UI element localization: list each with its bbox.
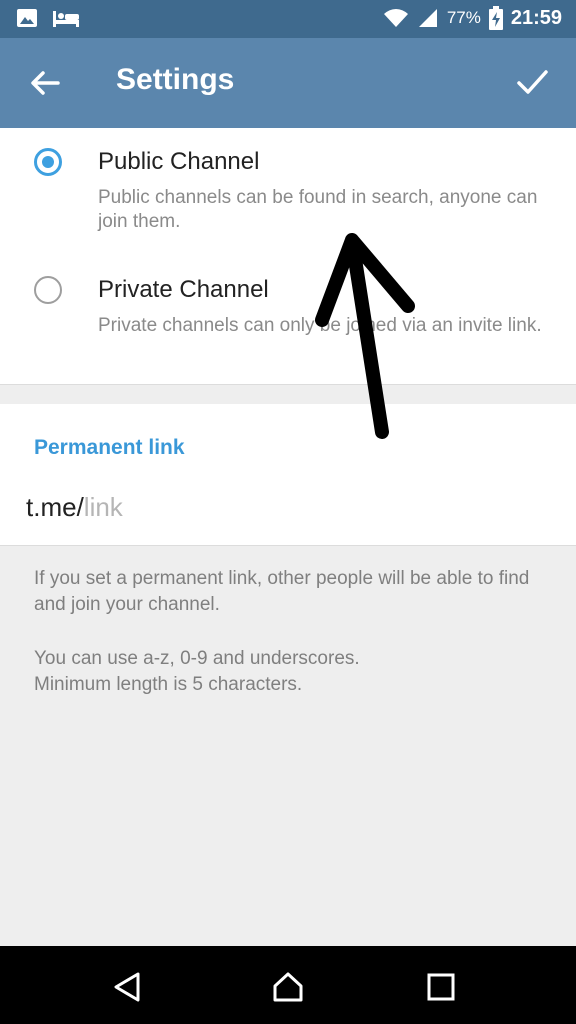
battery-charging-icon [488, 6, 503, 30]
info-paragraph-1: If you set a permanent link, other peopl… [34, 568, 530, 615]
wifi-icon [383, 9, 408, 27]
permanent-link-input[interactable] [83, 492, 384, 523]
page-title: Settings [116, 63, 235, 96]
bed-icon [53, 11, 79, 27]
public-channel-radio[interactable] [34, 148, 62, 176]
link-prefix: t.me/ [26, 492, 84, 522]
permanent-link-header: Permanent link [34, 436, 185, 459]
info-paragraph-2-line-2: Minimum length is 5 characters. [34, 674, 303, 695]
private-channel-title: Private Channel [98, 276, 269, 303]
permanent-link-section: Permanent link t.me/ [0, 404, 576, 546]
channel-type-section: Public Channel Public channels can be fo… [0, 128, 576, 384]
arrow-left-icon[interactable] [28, 66, 62, 100]
section-divider [0, 384, 576, 404]
check-icon[interactable] [514, 64, 550, 100]
system-nav-bar [0, 946, 576, 1024]
signal-icon [418, 9, 437, 27]
battery-percent: 77% [446, 8, 481, 27]
app-bar: Settings [0, 38, 576, 128]
clock: 21:59 [510, 6, 562, 29]
image-icon [17, 9, 37, 27]
back-triangle-icon[interactable] [110, 970, 144, 1004]
info-paragraph-2-line-1: You can use a-z, 0-9 and underscores. [34, 648, 360, 669]
home-icon[interactable] [271, 970, 305, 1004]
recents-icon[interactable] [424, 970, 458, 1004]
private-channel-option[interactable]: Private Channel Private channels can onl… [0, 256, 576, 384]
private-channel-radio[interactable] [34, 276, 62, 304]
private-channel-description: Private channels can only be joined via … [98, 315, 542, 336]
public-channel-option[interactable]: Public Channel Public channels can be fo… [0, 128, 576, 256]
permanent-link-row: t.me/ [26, 492, 384, 523]
public-channel-title: Public Channel [98, 148, 260, 175]
status-bar: 77% 21:59 [0, 0, 576, 38]
public-channel-description: Public channels can be found in search, … [98, 187, 538, 232]
